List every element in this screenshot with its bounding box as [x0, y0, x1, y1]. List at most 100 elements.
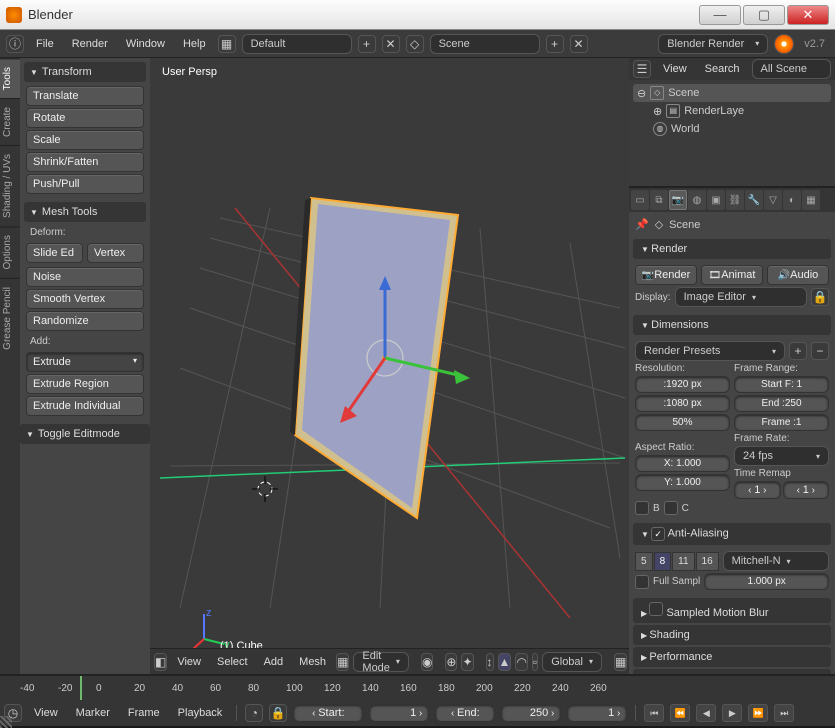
randomize-button[interactable]: Randomize [26, 311, 144, 331]
animation-button[interactable]: 🎞Animat [701, 265, 763, 285]
dimensions-panel-header[interactable]: Dimensions [633, 315, 831, 335]
jump-to-end-icon[interactable]: ⏭ [774, 704, 794, 722]
tab-material-icon[interactable]: ◐ [783, 190, 801, 210]
tab-shading-uvs[interactable]: Shading / UVs [0, 145, 20, 226]
scene-delete-button[interactable]: ✕ [570, 35, 588, 53]
slide-edge-button[interactable]: Slide Ed [26, 243, 83, 263]
keyframe-next-icon[interactable]: ⏩ [748, 704, 768, 722]
start-frame-field[interactable]: Start F: 1 [734, 376, 829, 393]
display-dropdown[interactable]: Image Editor▾ [675, 287, 807, 307]
outliner-menu-view[interactable]: View [657, 59, 693, 79]
pixel-filter-size-field[interactable]: 1.000 px [704, 573, 829, 590]
manipulator-rotate-icon[interactable]: ◠ [515, 653, 527, 671]
translate-button[interactable]: Translate [26, 86, 144, 106]
menu-file[interactable]: File [30, 34, 60, 54]
shading-panel-header[interactable]: Shading [633, 625, 831, 645]
motion-blur-checkbox[interactable] [649, 602, 663, 616]
timeline-menu-marker[interactable]: Marker [70, 703, 116, 723]
post-processing-panel-header[interactable]: Post Processing [633, 669, 831, 674]
window-maximize-button[interactable]: ▢ [743, 5, 785, 25]
slide-vertex-button[interactable]: Vertex [87, 243, 144, 263]
extrude-region-button[interactable]: Extrude Region [26, 374, 144, 394]
lock-time-icon[interactable]: 🔒 [269, 704, 287, 722]
tab-object-icon[interactable]: ▣ [707, 190, 725, 210]
current-frame-field[interactable]: 1 › [567, 704, 627, 722]
start-frame-value[interactable]: 1 › [369, 704, 429, 722]
play-icon[interactable]: ▶ [722, 704, 742, 722]
outliner-scene-row[interactable]: ⊖ ◇ Scene [633, 84, 831, 102]
scene-browse-icon[interactable]: ◇ [406, 35, 424, 53]
audio-button[interactable]: 🔊Audio [767, 265, 829, 285]
scale-button[interactable]: Scale [26, 130, 144, 150]
mode-dropdown[interactable]: Edit Mode▾ [353, 652, 409, 672]
start-frame-field-timeline[interactable]: ‹ Start: [293, 704, 363, 722]
end-frame-value[interactable]: 250 › [501, 704, 561, 722]
tab-grease-pencil[interactable]: Grease Pencil [0, 278, 20, 358]
aa-5-button[interactable]: 5 [635, 552, 653, 571]
aa-8-button[interactable]: 8 [654, 552, 672, 571]
manipulator-scale-icon[interactable]: ▫ [532, 653, 538, 671]
end-frame-field[interactable]: End :250 [734, 395, 829, 412]
extrude-individual-button[interactable]: Extrude Individual [26, 396, 144, 416]
aa-filter-dropdown[interactable]: Mitchell-N▾ [723, 551, 829, 571]
3dview-editor-icon[interactable]: ◧ [154, 653, 167, 671]
preset-add-button[interactable]: + [789, 342, 807, 360]
playhead[interactable] [80, 676, 82, 700]
aa-11-button[interactable]: 11 [672, 552, 694, 571]
performance-panel-header[interactable]: Performance [633, 647, 831, 667]
tab-tools[interactable]: Tools [0, 58, 20, 98]
jump-to-start-icon[interactable]: ⏮ [644, 704, 664, 722]
3d-viewport[interactable]: User Persp [150, 58, 629, 674]
remap-old-field[interactable]: ‹ 1 › [734, 481, 781, 499]
render-presets-dropdown[interactable]: Render Presets▾ [635, 341, 785, 361]
tab-modifiers-icon[interactable]: 🔧 [745, 190, 763, 210]
tab-create[interactable]: Create [0, 98, 20, 145]
timeline-ruler[interactable]: -40 -20 0 20 40 60 80 100 120 140 160 18… [0, 676, 835, 700]
shading-sphere-icon[interactable]: ◉ [421, 653, 433, 671]
tab-world-icon[interactable]: ◍ [688, 190, 706, 210]
3dview-menu-select[interactable]: Select [211, 652, 254, 672]
drag-corner-icon[interactable] [0, 716, 12, 728]
border-checkbox[interactable] [635, 501, 649, 515]
render-button[interactable]: 📷Render [635, 265, 697, 285]
mode-icon[interactable]: ▦ [336, 653, 349, 671]
window-minimize-button[interactable]: — [699, 5, 741, 25]
preset-remove-button[interactable]: − [811, 342, 829, 360]
transform-panel-header[interactable]: Transform [24, 62, 146, 82]
meshtools-panel-header[interactable]: Mesh Tools [24, 202, 146, 222]
tab-options[interactable]: Options [0, 226, 20, 277]
3dview-menu-view[interactable]: View [171, 652, 207, 672]
crop-checkbox[interactable] [664, 501, 678, 515]
layout-add-button[interactable]: + [358, 35, 376, 53]
full-sample-checkbox[interactable] [635, 575, 649, 589]
extrude-button[interactable]: Extrude▾ [26, 352, 144, 372]
tab-scene-icon[interactable]: 📷 [669, 190, 687, 210]
tab-texture-icon[interactable]: ▦ [802, 190, 820, 210]
resolution-pct-field[interactable]: 50% [635, 414, 730, 431]
pivot-icon[interactable]: ⊕ [445, 653, 457, 671]
keyframe-prev-icon[interactable]: ⏪ [670, 704, 690, 722]
screen-layout-dropdown[interactable]: Default [242, 34, 352, 54]
remap-new-field[interactable]: ‹ 1 › [783, 481, 830, 499]
editor-type-icon[interactable]: ⓘ [6, 35, 24, 53]
last-operator-header[interactable]: Toggle Editmode [20, 424, 150, 444]
resolution-y-field[interactable]: :1080 px [635, 395, 730, 412]
window-close-button[interactable]: ✕ [787, 5, 829, 25]
noise-button[interactable]: Noise [26, 267, 144, 287]
motion-blur-panel-header[interactable]: Sampled Motion Blur [633, 598, 831, 623]
orientation-dropdown[interactable]: Global▾ [542, 652, 602, 672]
tab-renderlayers-icon[interactable]: ⧉ [650, 190, 668, 210]
pin-icon[interactable]: 📌 [635, 218, 649, 231]
timeline-menu-frame[interactable]: Frame [122, 703, 166, 723]
aspect-y-field[interactable]: Y: 1.000 [635, 474, 730, 491]
shrink-fatten-button[interactable]: Shrink/Fatten [26, 152, 144, 172]
anti-aliasing-panel-header[interactable]: Anti-Aliasing [633, 523, 831, 545]
smooth-vertex-button[interactable]: Smooth Vertex [26, 289, 144, 309]
layers-icon[interactable]: ▦ [614, 653, 627, 671]
use-preview-range-icon[interactable]: ◔ [245, 704, 263, 722]
outliner-display-mode[interactable]: All Scene [752, 59, 831, 79]
timeline-menu-playback[interactable]: Playback [172, 703, 229, 723]
layout-browse-icon[interactable]: ▦ [218, 35, 236, 53]
menu-window[interactable]: Window [120, 34, 171, 54]
aa-enable-checkbox[interactable] [651, 527, 665, 541]
